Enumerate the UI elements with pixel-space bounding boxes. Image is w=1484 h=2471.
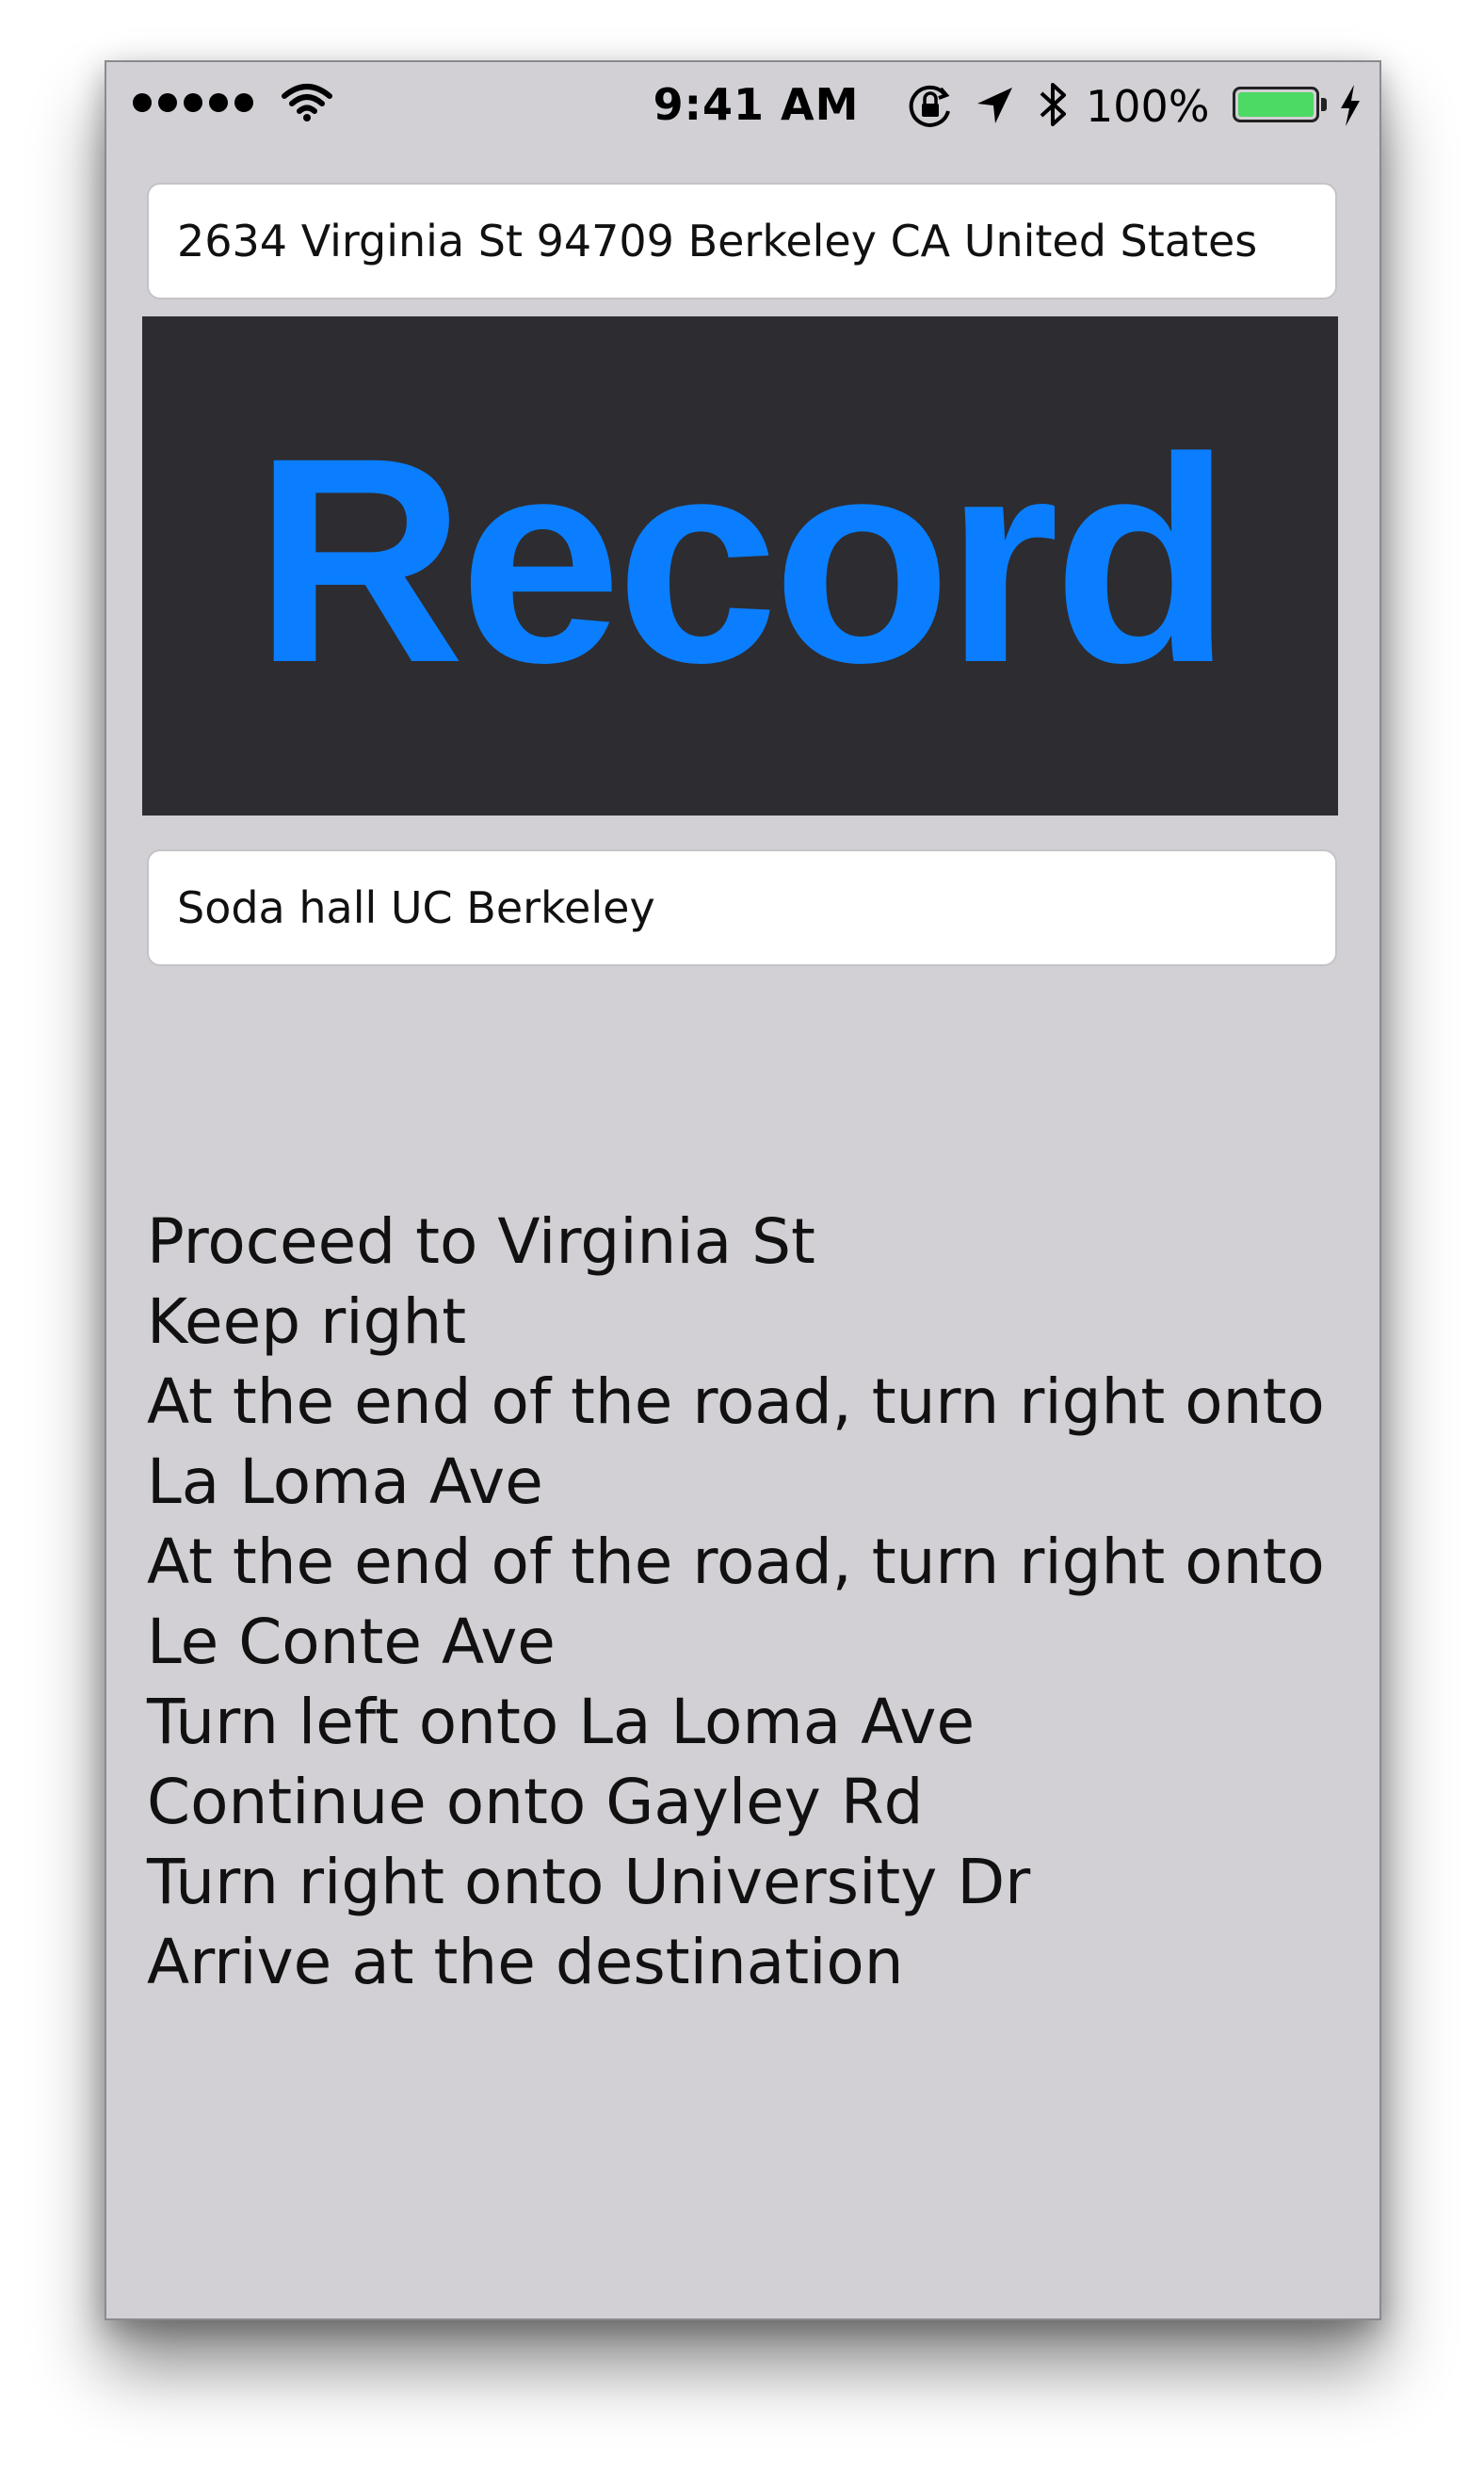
charging-bolt-icon — [1341, 85, 1360, 126]
direction-step: La Loma Ave — [147, 1445, 543, 1518]
directions-list: Proceed to Virginia St Keep right At the… — [147, 1202, 1362, 2002]
signal-dot — [184, 93, 202, 112]
signal-dots-icon — [133, 93, 253, 112]
location-arrow-icon — [977, 88, 1012, 123]
direction-step: At the end of the road, turn right onto — [147, 1526, 1325, 1598]
phone-screen: 9:41 AM 100% 2634 Virginia St 94709 Berk… — [105, 60, 1381, 2320]
signal-dot — [209, 93, 228, 112]
orientation-lock-icon — [909, 85, 950, 127]
direction-step: At the end of the road, turn right onto — [147, 1365, 1325, 1438]
record-button-label: Record — [253, 396, 1232, 723]
status-bar: 9:41 AM 100% — [106, 62, 1379, 147]
record-button[interactable]: Record — [142, 316, 1338, 816]
destination-field[interactable]: Soda hall UC Berkeley — [147, 849, 1337, 966]
battery-percent: 100% — [1086, 81, 1210, 132]
direction-step: Turn right onto University Dr — [147, 1846, 1031, 1918]
battery-level-fill — [1238, 92, 1314, 117]
signal-dot — [158, 93, 177, 112]
signal-dot — [133, 93, 152, 112]
wifi-icon — [282, 84, 332, 121]
status-time: 9:41 AM — [653, 79, 860, 130]
direction-step: Continue onto Gayley Rd — [147, 1766, 924, 1838]
direction-step: Turn left onto La Loma Ave — [147, 1686, 976, 1758]
direction-step: Arrive at the destination — [147, 1926, 904, 1998]
origin-address-field[interactable]: 2634 Virginia St 94709 Berkeley CA Unite… — [147, 183, 1337, 299]
battery-icon — [1233, 87, 1319, 122]
direction-step: Keep right — [147, 1285, 467, 1358]
signal-dot — [234, 93, 253, 112]
screenshot-canvas: 9:41 AM 100% 2634 Virginia St 94709 Berk… — [0, 0, 1484, 2471]
bluetooth-icon — [1040, 83, 1066, 126]
direction-step: Le Conte Ave — [147, 1606, 556, 1678]
direction-step: Proceed to Virginia St — [147, 1205, 815, 1278]
battery-nub — [1321, 98, 1327, 111]
